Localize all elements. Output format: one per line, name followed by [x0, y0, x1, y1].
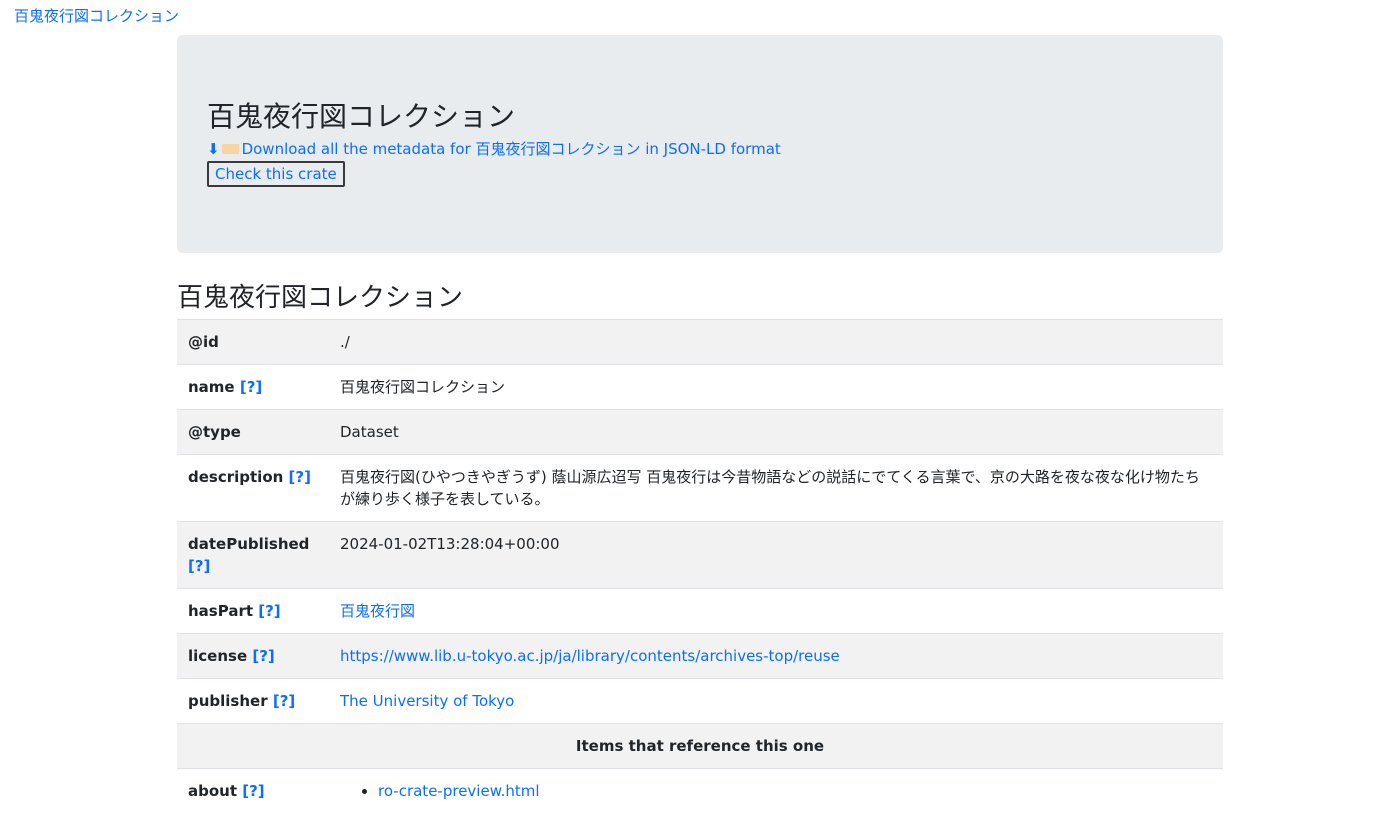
table-row-references-heading: Items that reference this one — [177, 724, 1223, 769]
property-value: https://www.lib.u-tokyo.ac.jp/ja/library… — [329, 634, 1223, 679]
property-key: hasPart [?] — [177, 589, 329, 634]
property-key: name [?] — [177, 365, 329, 410]
help-link-date-published[interactable]: [?] — [188, 557, 210, 575]
reference-link[interactable]: ro-crate-preview.html — [378, 782, 540, 800]
property-value: ro-crate-preview.html — [329, 769, 1223, 813]
table-row-date-published: datePublished [?] 2024-01-02T13:28:04+00… — [177, 522, 1223, 589]
header-jumbotron: 百鬼夜行図コレクション ⬇ Download all the metadata … — [177, 35, 1223, 253]
property-value: 百鬼夜行図(ひやつきやぎうず) 蔭山源広迢写 百鬼夜行は今昔物語などの説話にでて… — [329, 455, 1223, 522]
help-link-about[interactable]: [?] — [242, 782, 264, 800]
table-row-id: @id ./ — [177, 320, 1223, 365]
section-title: 百鬼夜行図コレクション — [177, 285, 1223, 311]
property-key: description [?] — [177, 455, 329, 522]
label-tag-icon — [222, 144, 239, 154]
property-key: @type — [177, 410, 329, 455]
has-part-link[interactable]: 百鬼夜行図 — [340, 602, 415, 620]
license-link[interactable]: https://www.lib.u-tokyo.ac.jp/ja/library… — [340, 647, 840, 665]
property-key: publisher [?] — [177, 679, 329, 724]
main-container: 百鬼夜行図コレクション ⬇ Download all the metadata … — [177, 35, 1223, 813]
help-link-publisher[interactable]: [?] — [273, 692, 295, 710]
references-heading: Items that reference this one — [177, 724, 1223, 769]
reference-list: ro-crate-preview.html — [340, 780, 1212, 802]
breadcrumb-link[interactable]: 百鬼夜行図コレクション — [14, 6, 179, 26]
table-row-publisher: publisher [?] The University of Tokyo — [177, 679, 1223, 724]
publisher-link[interactable]: The University of Tokyo — [340, 692, 514, 710]
property-key: datePublished [?] — [177, 522, 329, 589]
page-title: 百鬼夜行図コレクション — [207, 99, 1193, 135]
table-row-type: @type Dataset — [177, 410, 1223, 455]
check-crate-button[interactable]: Check this crate — [207, 161, 345, 187]
property-value: 2024-01-02T13:28:04+00:00 — [329, 522, 1223, 589]
property-key: license [?] — [177, 634, 329, 679]
property-value: 百鬼夜行図コレクション — [329, 365, 1223, 410]
table-row-name: name [?] 百鬼夜行図コレクション — [177, 365, 1223, 410]
download-row: ⬇ Download all the metadata for 百鬼夜行図コレク… — [207, 139, 1193, 159]
help-link-license[interactable]: [?] — [252, 647, 274, 665]
down-arrow-icon: ⬇ — [207, 139, 220, 159]
property-key: about [?] — [177, 769, 329, 813]
help-link-has-part[interactable]: [?] — [258, 602, 280, 620]
property-key: @id — [177, 320, 329, 365]
table-row-has-part: hasPart [?] 百鬼夜行図 — [177, 589, 1223, 634]
property-value: 百鬼夜行図 — [329, 589, 1223, 634]
property-value: ./ — [329, 320, 1223, 365]
property-value: Dataset — [329, 410, 1223, 455]
list-item: ro-crate-preview.html — [378, 780, 1212, 802]
help-link-description[interactable]: [?] — [289, 468, 311, 486]
help-link-name[interactable]: [?] — [240, 378, 262, 396]
table-row-about: about [?] ro-crate-preview.html — [177, 769, 1223, 813]
property-value: The University of Tokyo — [329, 679, 1223, 724]
download-metadata-link[interactable]: Download all the metadata for 百鬼夜行図コレクショ… — [242, 139, 781, 159]
table-row-description: description [?] 百鬼夜行図(ひやつきやぎうず) 蔭山源広迢写 百… — [177, 455, 1223, 522]
properties-table: @id ./ name [?] 百鬼夜行図コレクション @type Datase… — [177, 319, 1223, 813]
table-row-license: license [?] https://www.lib.u-tokyo.ac.j… — [177, 634, 1223, 679]
